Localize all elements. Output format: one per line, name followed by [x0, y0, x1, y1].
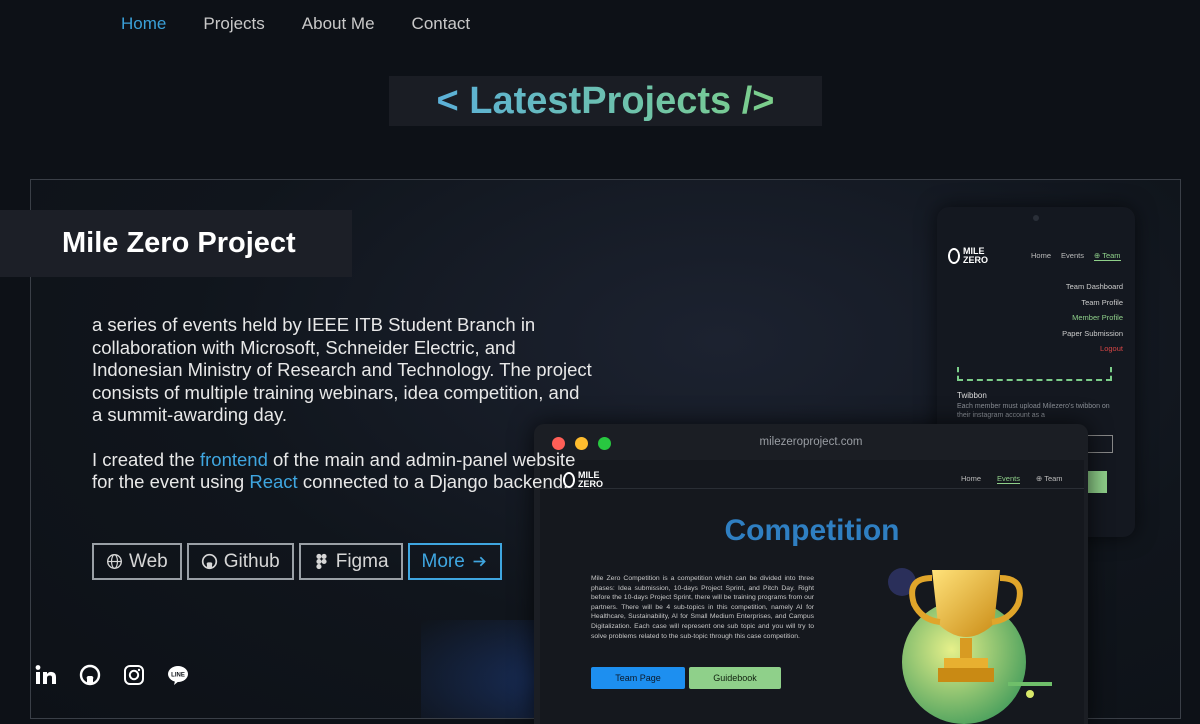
figma-icon: [316, 553, 327, 570]
arrow-right-icon: [473, 556, 486, 567]
site-nav-home: Home: [961, 474, 982, 483]
project-title: Mile Zero Project: [0, 210, 352, 277]
web-button-label: Web: [129, 550, 168, 572]
svg-text:LINE: LINE: [171, 673, 185, 679]
text: I created the: [92, 448, 200, 470]
project-buttons: Web Github Figma More: [92, 543, 502, 580]
web-button[interactable]: Web: [92, 543, 182, 580]
nav-about-me[interactable]: About Me: [302, 14, 375, 34]
more-button-label: More: [421, 550, 465, 572]
site-nav-team-label: Team: [1044, 474, 1063, 483]
section-title: < LatestProjects />: [389, 76, 822, 126]
phone-menu-item: Team Dashboard: [1065, 282, 1123, 291]
team-page-button: Team Page: [591, 667, 685, 689]
website-preview: MILE ZERO Home Events ⊕ Team Competition…: [540, 460, 1084, 724]
guidebook-button: Guidebook: [689, 667, 781, 689]
mile-zero-logo: MILE ZERO: [948, 247, 988, 265]
figma-button-label: Figma: [335, 550, 389, 572]
phone-nav-events: Events: [1061, 251, 1084, 260]
competition-heading: Competition: [724, 514, 900, 547]
browser-mockup-image: milezeroproject.com MILE ZERO Home Event…: [534, 424, 1088, 724]
social-links: LINE: [35, 664, 189, 686]
phone-nav-team-label: Team: [1102, 251, 1121, 260]
browser-url: milezeroproject.com: [759, 436, 863, 448]
phone-nav: Home Events ⊕ Team: [1031, 251, 1121, 261]
linkedin-icon[interactable]: [35, 664, 57, 686]
description-paragraph: a series of events held by IEEE ITB Stud…: [92, 314, 592, 425]
description-paragraph-2: I created the frontend of the main and a…: [92, 449, 592, 494]
site-nav-divider: [540, 488, 1084, 489]
competition-text: Mile Zero Competition is a competition w…: [591, 575, 814, 640]
phone-twibbon-label: Twibbon: [957, 391, 987, 400]
nav-home[interactable]: Home: [121, 14, 166, 34]
phone-menu-item: Logout: [1100, 344, 1123, 353]
instagram-icon[interactable]: [123, 664, 145, 686]
nav-projects[interactable]: Projects: [203, 14, 264, 34]
github-icon: [201, 553, 217, 570]
site-nav-team: ⊕ Team: [1035, 474, 1063, 483]
react-link[interactable]: React: [249, 471, 297, 492]
logo-mark-icon: [948, 248, 960, 264]
github-button[interactable]: Github: [186, 543, 294, 580]
line-icon[interactable]: LINE: [167, 664, 189, 686]
phone-nav-home: Home: [1031, 251, 1052, 260]
site-nav-events: Events: [997, 474, 1020, 484]
text: connected to a Django backend.: [297, 471, 569, 492]
phone-notch: [1033, 215, 1039, 221]
phone-twibbon-desc: Each member must upload Milezero's twibb…: [957, 403, 1110, 419]
phone-nav-team: ⊕ Team: [1093, 251, 1121, 261]
github-button-label: Github: [223, 550, 280, 572]
top-nav: Home Projects About Me Contact: [121, 14, 470, 34]
github-icon[interactable]: [79, 664, 101, 686]
globe-icon: [107, 554, 122, 569]
phone-dashed-box: [957, 367, 1112, 381]
frontend-link[interactable]: frontend: [200, 449, 268, 470]
phone-menu-item: Member Profile: [1072, 313, 1123, 322]
phone-menu: Team Dashboard Team Profile Member Profi…: [1062, 279, 1123, 357]
section-title-text: < LatestProjects />: [436, 79, 775, 122]
nav-contact[interactable]: Contact: [412, 14, 471, 34]
phone-green-button: [1087, 471, 1107, 493]
logo-text-bottom: ZERO: [963, 255, 989, 265]
project-description: a series of events held by IEEE ITB Stud…: [92, 314, 592, 516]
site-nav: Home Events ⊕ Team: [961, 474, 1063, 484]
phone-menu-item: Team Profile: [1081, 297, 1123, 307]
figma-button[interactable]: Figma: [298, 543, 403, 580]
more-button[interactable]: More: [407, 543, 502, 580]
phone-menu-item: Paper Submission: [1062, 328, 1123, 338]
